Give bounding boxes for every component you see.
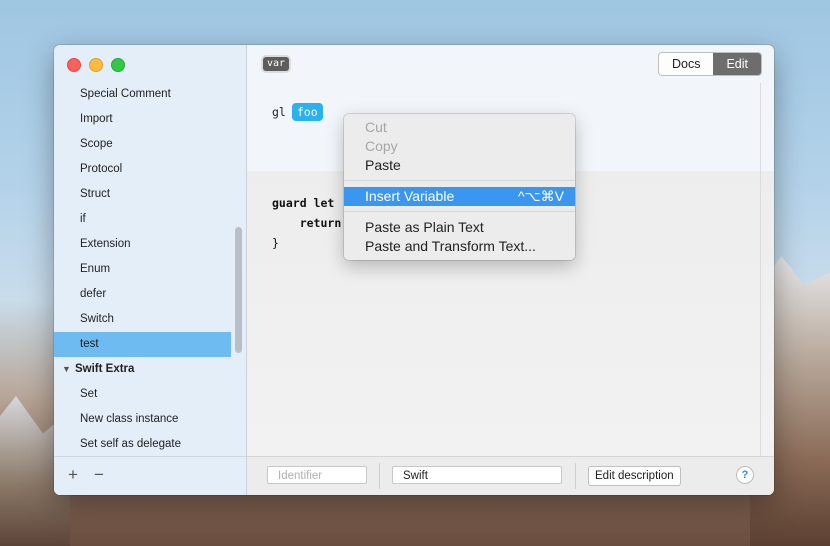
- divider: [379, 463, 380, 489]
- language-field[interactable]: Swift: [392, 466, 562, 484]
- menu-item-insert-variable[interactable]: Insert Variable ^⌥⌘V: [344, 187, 575, 206]
- edit-tab[interactable]: Edit: [713, 53, 761, 75]
- add-snippet-button[interactable]: +: [68, 465, 78, 485]
- sidebar-scrollbar[interactable]: [235, 227, 242, 353]
- close-window-button[interactable]: [67, 58, 81, 72]
- sidebar-group-swift-extra[interactable]: ▼ Swift Extra: [54, 357, 246, 382]
- snippet-list: Special Comment Import Scope Protocol St…: [54, 82, 246, 457]
- window-controls: [67, 58, 125, 72]
- sidebar: Special Comment Import Scope Protocol St…: [54, 45, 247, 495]
- code-text: guard let return }: [272, 193, 341, 253]
- menu-item-cut[interactable]: Cut: [344, 118, 575, 137]
- menu-item-paste-and-transform-text[interactable]: Paste and Transform Text...: [344, 237, 575, 256]
- sidebar-item-new-class-instance[interactable]: New class instance: [54, 407, 231, 432]
- sidebar-item-import[interactable]: Import: [54, 107, 231, 132]
- sidebar-item-scope[interactable]: Scope: [54, 132, 231, 157]
- bottom-bar: Identifier Swift Edit description ?: [247, 456, 774, 495]
- edit-description-button[interactable]: Edit description: [588, 466, 681, 486]
- docs-tab[interactable]: Docs: [658, 53, 714, 75]
- divider: [575, 463, 576, 489]
- sidebar-item-set[interactable]: Set: [54, 382, 231, 407]
- variable-token[interactable]: foo: [291, 103, 323, 121]
- editor-pane: var Docs Edit gl foo guard let return } …: [247, 45, 774, 495]
- menu-item-paste-as-plain-text[interactable]: Paste as Plain Text: [344, 218, 575, 237]
- menu-item-shortcut: ^⌥⌘V: [517, 188, 564, 204]
- menu-item-paste[interactable]: Paste: [344, 156, 575, 175]
- context-menu: Cut Copy Paste Insert Variable ^⌥⌘V Past…: [344, 114, 575, 260]
- sidebar-footer: + −: [54, 456, 246, 495]
- sidebar-item-enum[interactable]: Enum: [54, 257, 231, 282]
- code-line-3: }: [272, 236, 279, 250]
- sidebar-item-extension[interactable]: Extension: [54, 232, 231, 257]
- sidebar-group-label: Swift Extra: [75, 363, 135, 375]
- mode-segmented-control: Docs Edit: [657, 52, 762, 76]
- code-line-1: guard let: [272, 196, 335, 210]
- sidebar-item-test[interactable]: test: [54, 332, 231, 357]
- menu-separator: [344, 211, 575, 212]
- desktop-background: Special Comment Import Scope Protocol St…: [0, 0, 830, 546]
- remove-snippet-button[interactable]: −: [94, 465, 104, 485]
- sidebar-item-defer[interactable]: defer: [54, 282, 231, 307]
- sidebar-item-set-self-as-delegate[interactable]: Set self as delegate: [54, 432, 231, 457]
- app-window: Special Comment Import Scope Protocol St…: [54, 45, 774, 495]
- disclosure-triangle-icon[interactable]: ▼: [62, 357, 75, 382]
- zoom-window-button[interactable]: [111, 58, 125, 72]
- sidebar-item-switch[interactable]: Switch: [54, 307, 231, 332]
- editor-divider: [760, 83, 761, 463]
- menu-separator: [344, 180, 575, 181]
- identifier-input[interactable]: Identifier: [267, 466, 367, 484]
- sidebar-item-if[interactable]: if: [54, 207, 231, 232]
- help-icon[interactable]: ?: [736, 466, 754, 484]
- abbreviation-prefix: gl: [272, 105, 286, 119]
- abbreviation-field[interactable]: gl foo: [272, 103, 323, 121]
- var-token[interactable]: var: [263, 57, 290, 71]
- menu-item-copy[interactable]: Copy: [344, 137, 575, 156]
- menu-item-label: Insert Variable: [365, 188, 455, 204]
- code-line-2: return: [299, 216, 342, 230]
- sidebar-item-protocol[interactable]: Protocol: [54, 157, 231, 182]
- minimize-window-button[interactable]: [89, 58, 103, 72]
- sidebar-item-special-comment[interactable]: Special Comment: [54, 82, 231, 107]
- sidebar-item-struct[interactable]: Struct: [54, 182, 231, 207]
